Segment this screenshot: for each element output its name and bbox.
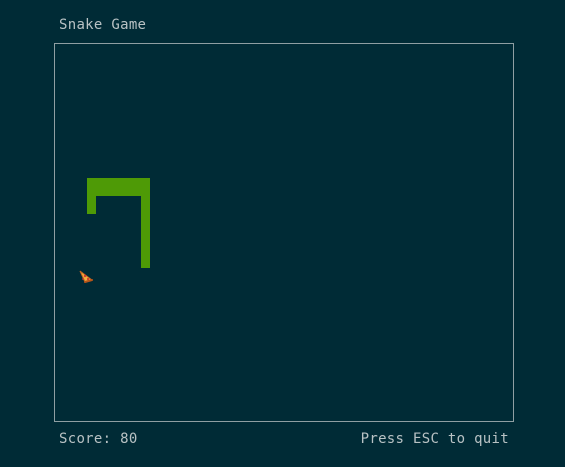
game-title: Snake Game (59, 17, 147, 33)
pizza-icon (78, 268, 94, 284)
quit-hint: Press ESC to quit (360, 431, 509, 447)
game-board (54, 43, 514, 422)
game-screen: Snake Game Score: 80 Press ESC to quit (0, 0, 565, 467)
score-display: Score: 80 (59, 431, 138, 447)
snake-segment-head (141, 178, 150, 268)
